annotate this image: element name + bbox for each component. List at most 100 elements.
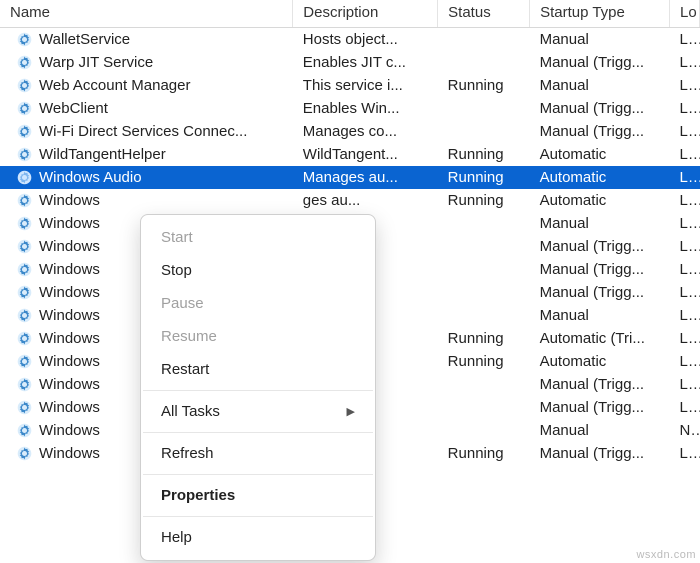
service-name-label: WildTangentHelper <box>39 146 166 163</box>
gear-icon <box>16 307 33 324</box>
service-name-label: Windows <box>39 353 100 370</box>
service-name-label: Windows <box>39 422 100 439</box>
table-row[interactable]: WebClientEnables Win...Manual (Trigg...L… <box>0 97 700 120</box>
menu-properties[interactable]: Properties <box>141 479 375 512</box>
gear-icon <box>16 215 33 232</box>
service-name-cell[interactable]: WalletService <box>10 31 283 48</box>
menu-resume: Resume <box>141 320 375 353</box>
menu-help[interactable]: Help <box>141 521 375 554</box>
menu-stop[interactable]: Stop <box>141 254 375 287</box>
service-status: Running <box>438 189 530 212</box>
service-name-label: Windows <box>39 215 100 232</box>
service-logon: Lo <box>669 304 699 327</box>
gear-icon <box>16 146 33 163</box>
service-name-label: Windows <box>39 307 100 324</box>
gear-icon <box>16 422 33 439</box>
col-header-name[interactable]: Name <box>0 0 293 28</box>
service-name-cell[interactable]: Windows Audio <box>10 169 283 186</box>
service-description: Enables JIT c... <box>293 51 438 74</box>
menu-refresh[interactable]: Refresh <box>141 437 375 470</box>
service-name-cell[interactable]: Windows <box>10 192 283 209</box>
service-startup: Manual (Trigg... <box>530 51 670 74</box>
service-status <box>438 120 530 143</box>
col-header-description[interactable]: Description <box>293 0 438 28</box>
service-description: ges au... <box>293 189 438 212</box>
service-status <box>438 97 530 120</box>
menu-separator <box>143 516 373 517</box>
menu-all-tasks[interactable]: All Tasks ▶ <box>141 395 375 428</box>
service-startup: Automatic <box>530 350 670 373</box>
service-startup: Automatic <box>530 189 670 212</box>
menu-restart[interactable]: Restart <box>141 353 375 386</box>
gear-icon <box>16 169 33 186</box>
service-description: WildTangent... <box>293 143 438 166</box>
service-status: Running <box>438 350 530 373</box>
service-logon: Lo <box>669 212 699 235</box>
context-menu: Start Stop Pause Resume Restart All Task… <box>140 214 376 561</box>
service-name-label: Windows <box>39 192 100 209</box>
service-status: Running <box>438 327 530 350</box>
service-description: Manages co... <box>293 120 438 143</box>
table-row[interactable]: Web Account ManagerThis service i...Runn… <box>0 74 700 97</box>
col-header-logon[interactable]: Lo <box>669 0 699 28</box>
service-name-label: Windows <box>39 330 100 347</box>
table-row[interactable]: Wi-Fi Direct Services Connec... Manages c… <box>0 120 700 143</box>
service-logon: Lo <box>669 258 699 281</box>
gear-icon <box>16 77 33 94</box>
service-name-label: WebClient <box>39 100 108 117</box>
service-name-cell[interactable]: Wi-Fi Direct Services Connec... <box>10 123 283 140</box>
service-startup: Automatic <box>530 166 670 189</box>
service-status <box>438 304 530 327</box>
service-startup: Manual <box>530 419 670 442</box>
gear-icon <box>16 100 33 117</box>
service-name-label: Windows <box>39 238 100 255</box>
service-name-label: Wi-Fi Direct Services Connec... <box>39 123 247 140</box>
menu-pause: Pause <box>141 287 375 320</box>
service-logon: Lo <box>669 28 699 52</box>
service-name-cell[interactable]: Warp JIT Service <box>10 54 283 71</box>
service-name-label: Windows <box>39 376 100 393</box>
service-logon: Lo <box>669 281 699 304</box>
col-header-startup[interactable]: Startup Type <box>530 0 670 28</box>
gear-icon <box>16 238 33 255</box>
service-startup: Manual (Trigg... <box>530 281 670 304</box>
service-logon: Lo <box>669 189 699 212</box>
service-name-label: Warp JIT Service <box>39 54 153 71</box>
table-row[interactable]: Windows ges au...RunningAutomaticLo <box>0 189 700 212</box>
service-startup: Automatic <box>530 143 670 166</box>
service-status <box>438 235 530 258</box>
table-row[interactable]: Warp JIT Service Enables JIT c... Manual (… <box>0 51 700 74</box>
service-name-label: Web Account Manager <box>39 77 190 94</box>
service-startup: Manual (Trigg... <box>530 235 670 258</box>
service-name-cell[interactable]: WildTangentHelper <box>10 146 283 163</box>
service-status <box>438 212 530 235</box>
service-logon: Lo <box>669 350 699 373</box>
service-status <box>438 419 530 442</box>
service-name-cell[interactable]: Web Account Manager <box>10 77 283 94</box>
service-logon: Lo <box>669 396 699 419</box>
col-header-status[interactable]: Status <box>438 0 530 28</box>
service-name-label: Windows <box>39 399 100 416</box>
service-logon: Ne <box>669 419 699 442</box>
menu-separator <box>143 390 373 391</box>
table-header[interactable]: Name Description Status Startup Type Lo <box>0 0 700 28</box>
gear-icon <box>16 376 33 393</box>
table-row[interactable]: Windows AudioManages au...RunningAutomat… <box>0 166 700 189</box>
table-row[interactable]: WildTangentHelperWildTangent...RunningAu… <box>0 143 700 166</box>
table-row[interactable]: WalletServiceHosts object...ManualLo <box>0 28 700 52</box>
service-startup: Manual <box>530 74 670 97</box>
menu-separator <box>143 474 373 475</box>
service-logon: Lo <box>669 442 699 465</box>
service-description: Enables Win... <box>293 97 438 120</box>
service-name-label: Windows <box>39 261 100 278</box>
gear-icon <box>16 353 33 370</box>
service-startup: Manual (Trigg... <box>530 120 670 143</box>
service-name-label: Windows <box>39 284 100 301</box>
gear-icon <box>16 261 33 278</box>
chevron-right-icon: ▶ <box>347 405 355 418</box>
service-name-cell[interactable]: WebClient <box>10 100 283 117</box>
gear-icon <box>16 445 33 462</box>
watermark: wsxdn.com <box>636 549 696 561</box>
service-logon: Lo <box>669 51 699 74</box>
service-logon: Lo <box>669 97 699 120</box>
